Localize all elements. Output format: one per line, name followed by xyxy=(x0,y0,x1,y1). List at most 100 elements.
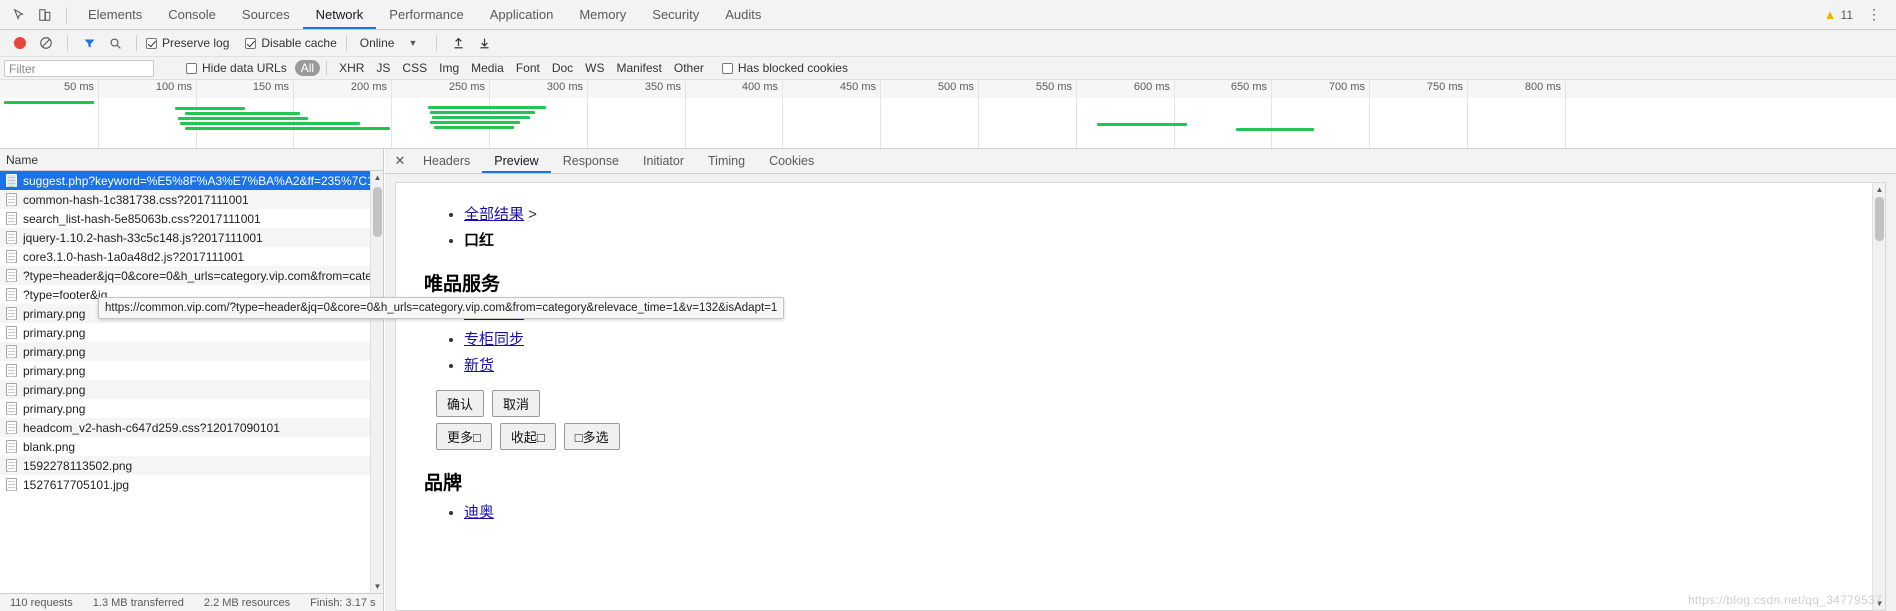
tab-application[interactable]: Application xyxy=(477,0,567,29)
table-row[interactable]: primary.png xyxy=(0,380,383,399)
table-row[interactable]: headcom_v2-hash-c647d259.css?12017090101 xyxy=(0,418,383,437)
tab-sources[interactable]: Sources xyxy=(229,0,303,29)
has-blocked-cookies-checkbox[interactable]: Has blocked cookies xyxy=(721,61,848,75)
tab-headers[interactable]: Headers xyxy=(411,149,482,173)
column-header-name: Name xyxy=(6,152,39,167)
filter-type-xhr[interactable]: XHR xyxy=(333,60,370,76)
table-row[interactable]: blank.png xyxy=(0,437,383,456)
request-name: core3.1.0-hash-1a0a48d2.js?2017111001 xyxy=(23,249,245,264)
tab-initiator[interactable]: Initiator xyxy=(631,149,696,173)
table-row[interactable]: suggest.php?keyword=%E5%8F%A3%E7%BA%A2&f… xyxy=(0,171,383,190)
cancel-button[interactable]: 取消 xyxy=(492,390,541,417)
tab-cookies[interactable]: Cookies xyxy=(757,149,826,173)
collapse-button[interactable]: 收起□ xyxy=(499,423,556,450)
warning-badge[interactable]: ▲ 11 xyxy=(1824,7,1853,22)
device-toolbar-icon[interactable] xyxy=(32,2,58,28)
chevron-down-icon[interactable]: ▼ xyxy=(396,38,427,48)
hide-data-urls-checkbox[interactable]: Hide data URLs xyxy=(186,61,287,75)
preview-scroll-up-icon[interactable]: ▲ xyxy=(1873,183,1885,196)
preview-scrollbar[interactable]: ▲ ▼ xyxy=(1872,183,1885,610)
request-rows[interactable]: suggest.php?keyword=%E5%8F%A3%E7%BA%A2&f… xyxy=(0,171,383,593)
tab-preview[interactable]: Preview xyxy=(482,149,551,173)
all-results-link[interactable]: 全部结果 xyxy=(464,206,524,223)
overview-tick-label: 350 ms xyxy=(644,81,681,93)
request-name: 1527617705101.jpg xyxy=(23,477,130,492)
filter-type-manifest[interactable]: Manifest xyxy=(611,60,668,76)
filter-type-all[interactable]: All xyxy=(294,60,321,76)
table-row[interactable]: primary.png xyxy=(0,399,383,418)
multi-select-button[interactable]: □多选 xyxy=(563,423,620,450)
request-list-scrollbar[interactable]: ▲ ▼ xyxy=(370,171,383,593)
record-button[interactable] xyxy=(8,32,32,54)
filter-input[interactable]: Filter xyxy=(4,59,154,77)
overview-request-bar xyxy=(178,117,308,120)
more-options-icon[interactable]: ⋮ xyxy=(1863,6,1886,23)
watermark: https://blog.csdn.net/qq_34779537 xyxy=(1687,593,1882,607)
clear-button[interactable] xyxy=(34,32,58,54)
service-link-counter-sync[interactable]: 专柜同步 xyxy=(464,331,524,348)
network-overview-timeline[interactable]: 50 ms 100 ms 150 ms 200 ms 250 ms 300 ms 350 m… xyxy=(0,80,1896,149)
tab-performance[interactable]: Performance xyxy=(376,0,476,29)
request-name: primary.png xyxy=(23,325,86,340)
preserve-log-checkbox[interactable]: Preserve log xyxy=(146,36,229,50)
filter-funnel-icon[interactable] xyxy=(77,32,101,54)
filter-type-font[interactable]: Font xyxy=(510,60,546,76)
table-row[interactable]: search_list-hash-5e85063b.css?2017111001 xyxy=(0,209,383,228)
table-row[interactable]: primary.png xyxy=(0,361,383,380)
filter-type-css[interactable]: CSS xyxy=(396,60,433,76)
file-icon xyxy=(6,345,17,358)
inspect-element-icon[interactable] xyxy=(6,2,32,28)
scroll-up-arrow-icon[interactable]: ▲ xyxy=(371,171,383,184)
overview-tick xyxy=(1271,80,1272,148)
status-finish: Finish: 3.17 s xyxy=(310,596,376,609)
request-detail-pane: ✕ Headers Preview Response Initiator Tim… xyxy=(385,149,1896,611)
table-row[interactable]: ?type=header&jq=0&core=0&h_urls=category… xyxy=(0,266,383,285)
service-link-new-arrival[interactable]: 新货 xyxy=(464,357,494,374)
more-button[interactable]: 更多□ xyxy=(436,423,492,450)
preview-content: 全部结果 > 口红 唯品服务 正品保障 专柜同步 新货 xyxy=(396,205,1885,523)
tab-response[interactable]: Response xyxy=(551,149,631,173)
table-row[interactable]: 1592278113502.png xyxy=(0,456,383,475)
tab-security[interactable]: Security xyxy=(639,0,712,29)
overview-tick-label: 750 ms xyxy=(1426,81,1463,93)
list-item: 全部结果 > xyxy=(464,205,1857,225)
table-row[interactable]: primary.png xyxy=(0,323,383,342)
table-row[interactable]: common-hash-1c381738.css?2017111001 xyxy=(0,190,383,209)
tab-network[interactable]: Network xyxy=(302,0,377,29)
filter-type-media[interactable]: Media xyxy=(465,60,510,76)
brand-link-dior[interactable]: 迪奥 xyxy=(464,504,494,521)
overview-request-bar xyxy=(432,116,530,119)
preview-scrollbar-thumb[interactable] xyxy=(1875,197,1884,241)
filter-type-js[interactable]: JS xyxy=(370,60,396,76)
overview-request-bar xyxy=(4,101,94,104)
filter-type-ws[interactable]: WS xyxy=(579,60,610,76)
table-row[interactable]: jquery-1.10.2-hash-33c5c148.js?201711100… xyxy=(0,228,383,247)
scrollbar-thumb[interactable] xyxy=(373,187,382,237)
tab-memory[interactable]: Memory xyxy=(566,0,639,29)
overview-tick xyxy=(1174,80,1175,148)
import-har-icon[interactable] xyxy=(446,32,470,54)
preview-frame: 全部结果 > 口红 唯品服务 正品保障 专柜同步 新货 xyxy=(395,182,1886,611)
overview-tick xyxy=(587,80,588,148)
confirm-button[interactable]: 确认 xyxy=(436,390,485,417)
filter-type-doc[interactable]: Doc xyxy=(546,60,579,76)
table-row[interactable]: primary.png xyxy=(0,342,383,361)
export-har-icon[interactable] xyxy=(472,32,496,54)
search-icon[interactable] xyxy=(103,32,127,54)
file-icon xyxy=(6,440,17,453)
disable-cache-checkbox[interactable]: Disable cache xyxy=(245,36,337,50)
filter-type-img[interactable]: Img xyxy=(433,60,465,76)
tab-timing[interactable]: Timing xyxy=(696,149,757,173)
tab-elements[interactable]: Elements xyxy=(75,0,155,29)
table-row[interactable]: core3.1.0-hash-1a0a48d2.js?2017111001 xyxy=(0,247,383,266)
tab-console[interactable]: Console xyxy=(155,0,229,29)
devtools-window: DIOR ARMANI ESTÉE LAUDER Elements Consol… xyxy=(0,0,1896,611)
tab-audits[interactable]: Audits xyxy=(712,0,774,29)
request-name: ?type=footer&jq xyxy=(23,287,108,302)
filter-type-other[interactable]: Other xyxy=(668,60,710,76)
scroll-down-arrow-icon[interactable]: ▼ xyxy=(371,580,383,593)
throttling-select[interactable]: Online xyxy=(356,36,395,50)
close-icon[interactable]: ✕ xyxy=(389,149,411,173)
request-name: search_list-hash-5e85063b.css?2017111001 xyxy=(23,211,261,226)
table-row[interactable]: 1527617705101.jpg xyxy=(0,475,383,494)
